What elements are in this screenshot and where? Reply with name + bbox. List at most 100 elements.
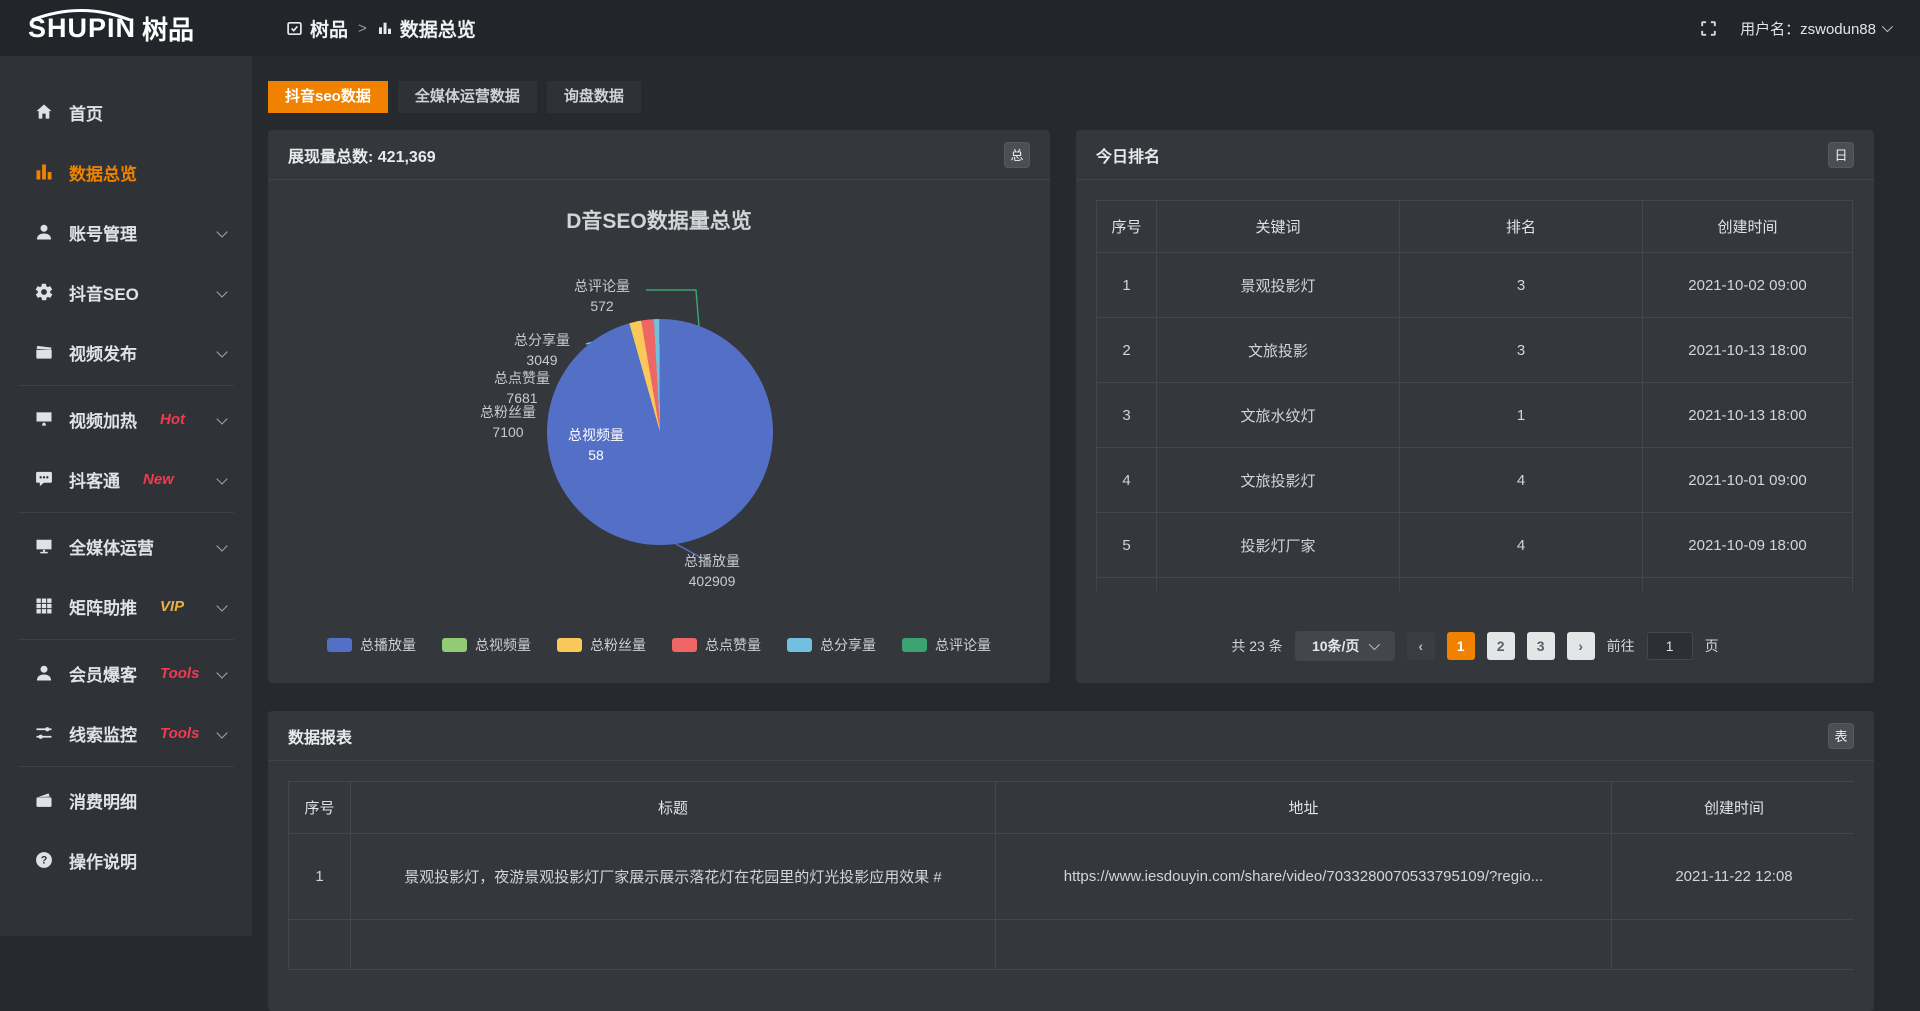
tools-badge: Tools	[160, 665, 199, 682]
gear-icon	[34, 282, 54, 302]
legend-swatch	[327, 638, 352, 652]
legend-item[interactable]: 总点赞量	[672, 635, 761, 655]
col-header: 创建时间	[1612, 782, 1855, 834]
video-title-cell: 景观投影灯，夜游景观投影灯厂家展示展示落花灯在花园里的灯光投影应用效果 #	[351, 834, 996, 920]
col-header: 关键词	[1157, 201, 1400, 253]
col-header: 序号	[1097, 201, 1157, 253]
display-icon	[34, 409, 54, 429]
monitor-icon	[34, 536, 54, 556]
col-header: 序号	[289, 782, 351, 834]
wallet-icon	[34, 790, 54, 810]
chevron-down-icon	[1369, 639, 1380, 650]
table-row[interactable]: 1景观投影灯32021-10-02 09:00	[1097, 253, 1853, 318]
page-button-3[interactable]: 3	[1527, 632, 1555, 660]
tab-douyin-seo-data[interactable]: 抖音seo数据	[268, 81, 388, 113]
tab-media-operation-data[interactable]: 全媒体运营数据	[398, 81, 537, 113]
report-panel: 数据报表 表 序号 标题 地址 创建时间 1 景观投影灯，夜游景观投影灯厂家展示…	[268, 711, 1874, 1011]
col-header: 地址	[996, 782, 1612, 834]
legend-item[interactable]: 总播放量	[327, 635, 416, 655]
chevron-down-icon	[216, 346, 227, 357]
table-row[interactable]: 4文旅投影灯42021-10-01 09:00	[1097, 448, 1853, 513]
table-row-clipped	[289, 920, 1855, 970]
prev-page-button[interactable]: ‹	[1407, 632, 1435, 660]
next-page-button[interactable]: ›	[1567, 632, 1595, 660]
tab-inquiry-data[interactable]: 询盘数据	[547, 81, 641, 113]
legend-item[interactable]: 总视频量	[442, 635, 531, 655]
sidebar-item-matrix-boost[interactable]: 矩阵助推 VIP	[0, 576, 252, 636]
username-label: 用户名：zswodun88	[1740, 18, 1876, 39]
day-badge-button[interactable]: 日	[1828, 142, 1854, 168]
video-url-link[interactable]: https://www.iesdouyin.com/share/video/70…	[996, 834, 1612, 920]
logo-text-en: SHUPIN	[28, 13, 136, 44]
breadcrumb-page[interactable]: 数据总览	[377, 15, 476, 42]
breadcrumb: 树品 > 数据总览	[286, 15, 476, 42]
table-badge-button[interactable]: 表	[1828, 723, 1854, 749]
legend-item[interactable]: 总评论量	[902, 635, 991, 655]
legend-swatch	[787, 638, 812, 652]
home-icon	[34, 102, 54, 122]
chevron-down-icon	[216, 600, 227, 611]
chevron-down-icon	[216, 413, 227, 424]
clapperboard-icon	[34, 342, 54, 362]
new-badge: New	[143, 471, 174, 488]
sidebar-divider	[18, 639, 234, 640]
sidebar-item-account[interactable]: 账号管理	[0, 202, 252, 262]
user-icon	[34, 222, 54, 242]
sidebar-item-video-publish[interactable]: 视频发布	[0, 322, 252, 382]
bar-chart-icon	[377, 20, 393, 36]
tools-badge: Tools	[160, 725, 199, 742]
chevron-down-icon	[216, 286, 227, 297]
sidebar-item-video-heat[interactable]: 视频加热 Hot	[0, 389, 252, 449]
sidebar-item-help[interactable]: ? 操作说明	[0, 830, 252, 890]
page-size-select[interactable]: 10条/页	[1295, 631, 1395, 661]
chat-bubble-icon	[34, 469, 54, 489]
sidebar-divider	[18, 766, 234, 767]
sidebar-nav: 首页 数据总览 账号管理 抖音SEO 视频发布 视频加热 Hot	[0, 56, 252, 936]
legend-swatch	[442, 638, 467, 652]
table-row[interactable]: 1 景观投影灯，夜游景观投影灯厂家展示展示落花灯在花园里的灯光投影应用效果 # …	[289, 834, 1855, 920]
total-count-label: 共 23 条	[1231, 636, 1282, 656]
question-circle-icon: ?	[34, 850, 54, 870]
ranking-panel: 今日排名 日 序号 关键词 排名 创建时间 1景观投影灯32021-10	[1076, 130, 1874, 683]
sidebar-item-clue-monitor[interactable]: 线索监控 Tools	[0, 703, 252, 763]
ranking-title: 今日排名	[1096, 143, 1160, 167]
pie-label-shares: 总分享量 3049	[482, 330, 602, 370]
sidebar-item-media-operation[interactable]: 全媒体运营	[0, 516, 252, 576]
table-row[interactable]: 5投影灯厂家42021-10-09 18:00	[1097, 513, 1853, 578]
sidebar-item-douyin-seo[interactable]: 抖音SEO	[0, 262, 252, 322]
pie-chart-area: D音SEO数据量总览 总评论量 572 总分享量 3049	[268, 180, 1050, 683]
breadcrumb-separator: >	[358, 20, 367, 37]
chevron-down-icon	[216, 226, 227, 237]
col-header: 排名	[1400, 201, 1643, 253]
sidebar-divider	[18, 512, 234, 513]
page-button-1[interactable]: 1	[1447, 632, 1475, 660]
main-content: 抖音seo数据 全媒体运营数据 询盘数据 展现量总数: 421,369 总 D音…	[252, 56, 1920, 936]
total-badge-button[interactable]: 总	[1004, 142, 1030, 168]
sidebar-item-home[interactable]: 首页	[0, 82, 252, 142]
breadcrumb-app[interactable]: 树品	[286, 15, 348, 42]
goto-page-input[interactable]	[1647, 632, 1693, 660]
pagination: 共 23 条 10条/页 ‹ 1 2 3 › 前往 页	[1096, 631, 1854, 661]
overview-panel: 展现量总数: 421,369 总 D音SEO数据量总览 总评论量 572	[268, 130, 1050, 683]
ranking-table: 序号 关键词 排名 创建时间 1景观投影灯32021-10-02 09:00 2…	[1096, 200, 1854, 591]
user-icon	[34, 663, 54, 683]
user-menu[interactable]: 用户名：zswodun88	[1740, 18, 1890, 39]
sidebar-item-data-overview[interactable]: 数据总览	[0, 142, 252, 202]
legend-item[interactable]: 总分享量	[787, 635, 876, 655]
fullscreen-icon[interactable]	[1699, 19, 1718, 38]
app-square-icon	[286, 20, 303, 37]
sidebar-item-consumption[interactable]: 消费明细	[0, 770, 252, 830]
sidebar-item-douketong[interactable]: 抖客通 New	[0, 449, 252, 509]
hot-badge: Hot	[160, 411, 185, 428]
sidebar-item-member-tools[interactable]: 会员爆客 Tools	[0, 643, 252, 703]
table-row[interactable]: 3文旅水纹灯12021-10-13 18:00	[1097, 383, 1853, 448]
chevron-down-icon	[216, 727, 227, 738]
data-tabs: 抖音seo数据 全媒体运营数据 询盘数据	[268, 81, 1874, 113]
table-row[interactable]: 2文旅投影32021-10-13 18:00	[1097, 318, 1853, 383]
chevron-down-icon	[216, 667, 227, 678]
sidebar-divider	[18, 385, 234, 386]
page-button-2[interactable]: 2	[1487, 632, 1515, 660]
pie-label-plays: 总播放量 402909	[652, 551, 772, 591]
legend-item[interactable]: 总粉丝量	[557, 635, 646, 655]
report-table: 序号 标题 地址 创建时间 1 景观投影灯，夜游景观投影灯厂家展示展示落花灯在花…	[288, 781, 1854, 970]
